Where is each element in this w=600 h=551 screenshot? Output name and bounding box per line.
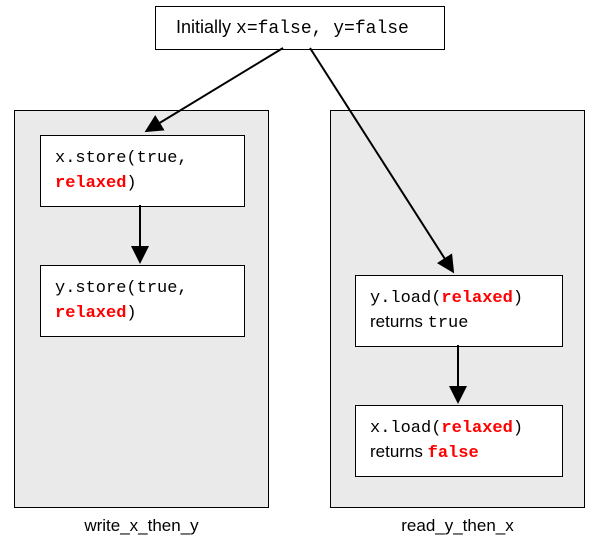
- op-x-load-line1b: relaxed: [441, 419, 512, 438]
- op-y-store-line1a: y.store(true,: [55, 279, 188, 298]
- op-x-store-line1c: ): [126, 174, 136, 193]
- op-x-load-line2a: returns: [370, 442, 428, 461]
- initial-condition-box: Initially x=false, y=false: [155, 6, 445, 50]
- thread-right-label: read_y_then_x: [330, 516, 585, 536]
- op-y-load-line2b: true: [428, 314, 469, 333]
- op-y-load-line1c: ): [513, 289, 523, 308]
- op-y-load-line2a: returns: [370, 312, 428, 331]
- op-x-load: x.load(relaxed) returns false: [355, 405, 563, 477]
- op-y-load-line1a: y.load(: [370, 289, 441, 308]
- op-y-load: y.load(relaxed) returns true: [355, 275, 563, 347]
- op-x-load-line2b: false: [428, 444, 479, 463]
- thread-left-label: write_x_then_y: [14, 516, 269, 536]
- op-y-store-line1c: ): [126, 304, 136, 323]
- op-y-load-line1b: relaxed: [441, 289, 512, 308]
- op-x-load-line1a: x.load(: [370, 419, 441, 438]
- op-x-load-line1c: ): [513, 419, 523, 438]
- initial-text-prefix: Initially: [176, 17, 236, 37]
- op-x-store-line1a: x.store(true,: [55, 149, 188, 168]
- op-y-store-line1b: relaxed: [55, 304, 126, 323]
- op-x-store-line1b: relaxed: [55, 174, 126, 193]
- initial-text-code: x=false, y=false: [236, 19, 409, 39]
- op-x-store: x.store(true, relaxed): [40, 135, 245, 207]
- op-y-store: y.store(true, relaxed): [40, 265, 245, 337]
